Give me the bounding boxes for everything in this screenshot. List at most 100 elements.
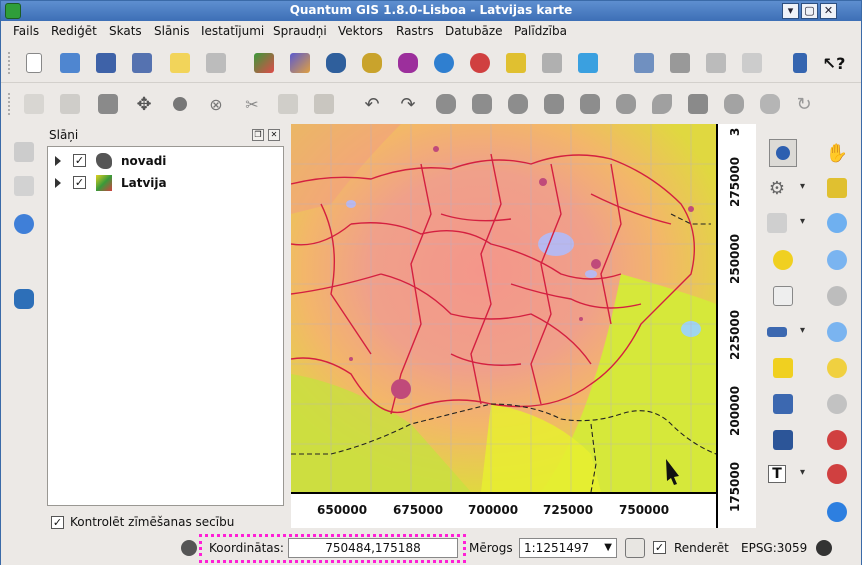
layer-row-latvija[interactable]: ✓ Latvija [48,173,283,193]
save-as-icon[interactable] [129,51,155,75]
layer-visibility-checkbox[interactable]: ✓ [73,176,86,189]
tag-icon[interactable] [703,51,729,75]
simplify-icon[interactable] [433,92,459,116]
add-postgis-layer-icon[interactable] [323,51,349,75]
maximize-button[interactable]: ▢ [801,3,818,19]
render-order-option[interactable]: ✓ Kontrolēt zīmēšanas secību [51,515,234,529]
zoom-back-icon[interactable] [823,426,851,454]
settings-gear-icon[interactable]: ⚙ [763,174,791,202]
toolbar-grip[interactable] [7,51,11,75]
edit-pencil-icon[interactable] [21,92,47,116]
spell-check-icon[interactable] [631,51,657,75]
menu-palidziba[interactable]: Palīdzība [514,24,567,38]
zoom-actual-icon[interactable] [823,354,851,382]
layer-visibility-checkbox[interactable]: ✓ [73,154,86,167]
delete-part-icon[interactable] [577,92,603,116]
plugin-icon[interactable] [739,51,765,75]
new-project-icon[interactable] [21,51,47,75]
measure-icon[interactable] [667,51,693,75]
remove-layer-icon[interactable] [539,51,565,75]
merge-attributes-icon[interactable] [757,92,783,116]
menu-rastrs[interactable]: Rastrs [396,24,434,38]
move-feature-icon[interactable]: ✥ [131,92,157,116]
add-part-icon[interactable] [505,92,531,116]
node-tool-icon[interactable] [167,92,193,116]
chevron-down-icon[interactable]: ▾ [800,467,805,478]
layer-row-novadi[interactable]: ✓ novadi [48,151,283,171]
menu-vektors[interactable]: Vektors [338,24,383,38]
delete-ring-icon[interactable] [541,92,567,116]
expand-arrow-icon[interactable] [55,156,61,166]
globe-icon[interactable] [11,212,37,236]
minimize-button[interactable]: ▾ [782,3,799,19]
add-wms-layer-icon[interactable] [287,51,313,75]
print-icon[interactable] [203,51,229,75]
rotate-icon[interactable]: ↻ [791,92,817,116]
offset-curve-icon[interactable] [649,92,675,116]
deselect-icon[interactable] [769,246,797,274]
chevron-down-icon[interactable]: ▾ [800,216,805,227]
add-feature-icon[interactable] [95,92,121,116]
open-project-icon[interactable] [57,51,83,75]
crs-globe-icon[interactable] [811,536,837,560]
save-edits-icon[interactable] [57,92,83,116]
chevron-down-icon[interactable]: ▾ [800,181,805,192]
add-ring-icon[interactable] [469,92,495,116]
menu-redigeet[interactable]: Rediģēt [51,24,97,38]
paste-icon[interactable] [311,92,337,116]
add-spatialite-layer-icon[interactable] [359,51,385,75]
measure-line-icon[interactable] [763,318,791,346]
undo-icon[interactable]: ↶ [359,92,385,116]
help-book-icon[interactable] [787,51,813,75]
reshape-icon[interactable] [613,92,639,116]
zoom-selection-icon[interactable] [823,318,851,346]
text-annotation-icon[interactable]: T [763,460,791,488]
new-bookmark-icon[interactable] [769,390,797,418]
cut-icon[interactable]: ✂ [239,92,265,116]
scale-combobox[interactable]: 1:1251497 ▼ [519,538,617,558]
show-bookmarks-icon[interactable] [769,426,797,454]
split-icon[interactable] [685,92,711,116]
map-tips-icon[interactable] [769,354,797,382]
close-button[interactable]: ✕ [820,3,837,19]
expand-arrow-icon[interactable] [55,178,61,188]
render-checkbox[interactable]: ✓ [653,541,666,554]
menu-slanis[interactable]: Slānis [154,24,190,38]
redo-icon[interactable]: ↷ [395,92,421,116]
select-icon[interactable] [763,209,791,237]
stretch-icon[interactable] [11,174,37,198]
copy-icon[interactable] [275,92,301,116]
new-print-composer-icon[interactable] [167,51,193,75]
attribute-table-icon[interactable] [769,282,797,310]
save-project-icon[interactable] [93,51,119,75]
delete-selected-icon[interactable]: ⊗ [203,92,229,116]
chevron-down-icon[interactable]: ▾ [800,325,805,336]
identify-icon[interactable] [769,139,797,167]
database-icon[interactable] [11,287,37,311]
refresh-icon[interactable] [823,498,851,526]
zoom-out-icon[interactable] [823,246,851,274]
add-gpx-icon[interactable] [503,51,529,75]
pan-hand-icon[interactable]: ✋ [823,139,851,167]
render-order-checkbox[interactable]: ✓ [51,516,64,529]
add-delimited-text-icon[interactable] [467,51,493,75]
crs-status[interactable]: EPSG:3059 [741,541,807,555]
zoom-next-icon[interactable] [823,460,851,488]
menu-iestatijumi[interactable]: Iestatījumi [201,24,264,38]
zoom-in-icon[interactable] [823,209,851,237]
add-raster-layer-icon[interactable] [251,51,277,75]
menu-skats[interactable]: Skats [109,24,142,38]
menu-spraudni[interactable]: Spraudņi [273,24,327,38]
zoom-layer-icon[interactable] [823,282,851,310]
whats-this-icon[interactable]: ↖? [821,51,847,75]
menu-fails[interactable]: Fails [13,24,39,38]
panel-close-button[interactable]: ✕ [268,129,280,141]
histogram-icon[interactable] [11,140,37,164]
zoom-last-icon[interactable] [823,390,851,418]
toolbar-grip-2[interactable] [7,92,11,116]
zoom-full-icon[interactable] [823,174,851,202]
new-vector-layer-icon[interactable] [575,51,601,75]
map-canvas[interactable] [291,124,716,492]
stop-render-icon[interactable] [622,536,648,560]
add-mssql-layer-icon[interactable] [395,51,421,75]
